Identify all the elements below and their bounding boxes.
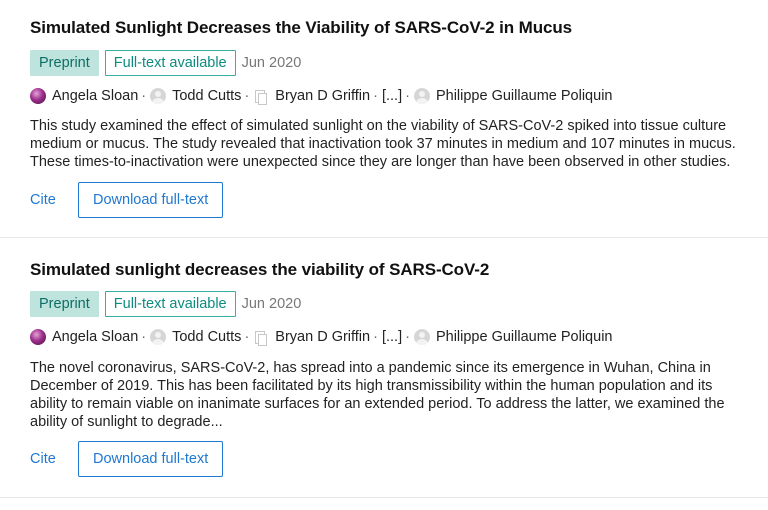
more-authors-link[interactable]: [...] bbox=[382, 329, 402, 345]
publication-card: Simulated Sunlight Decreases the Viabili… bbox=[0, 0, 768, 238]
download-fulltext-button[interactable]: Download full-text bbox=[78, 182, 224, 218]
cite-button[interactable]: Cite bbox=[30, 192, 78, 208]
author-name[interactable]: Philippe Guillaume Poliquin bbox=[436, 88, 613, 104]
author-list: Angela Sloan · Todd Cutts · Bryan D Grif… bbox=[30, 327, 612, 347]
author-list: Angela Sloan · Todd Cutts · Bryan D Grif… bbox=[30, 86, 612, 106]
document-icon bbox=[253, 329, 268, 346]
publication-date: Jun 2020 bbox=[241, 296, 302, 312]
publication-abstract: This study examined the effect of simula… bbox=[30, 118, 736, 170]
more-authors-link[interactable]: [...] bbox=[382, 88, 402, 104]
cite-button[interactable]: Cite bbox=[30, 451, 78, 467]
person-placeholder-icon bbox=[150, 88, 167, 104]
fulltext-available-badge: Full-text available bbox=[104, 50, 236, 76]
document-icon bbox=[253, 88, 268, 105]
person-placeholder-icon bbox=[150, 329, 167, 345]
publication-title[interactable]: Simulated sunlight decreases the viabili… bbox=[30, 260, 489, 280]
author-avatar-photo bbox=[30, 329, 46, 345]
person-placeholder-icon bbox=[413, 88, 430, 104]
author-name[interactable]: Angela Sloan bbox=[52, 329, 138, 345]
fulltext-available-badge: Full-text available bbox=[104, 291, 236, 317]
person-placeholder-icon bbox=[413, 329, 430, 345]
publication-abstract: The novel coronavirus, SARS-CoV-2, has s… bbox=[30, 360, 725, 430]
author-separator: · bbox=[373, 329, 378, 345]
download-fulltext-button[interactable]: Download full-text bbox=[78, 441, 224, 477]
author-separator: · bbox=[244, 329, 250, 345]
author-name[interactable]: Todd Cutts bbox=[172, 329, 241, 345]
author-separator: · bbox=[405, 329, 410, 345]
action-row: Cite Download full-text bbox=[30, 441, 224, 477]
author-separator: · bbox=[141, 88, 147, 104]
author-name[interactable]: Angela Sloan bbox=[52, 88, 138, 104]
publication-date: Jun 2020 bbox=[241, 55, 302, 71]
publication-title[interactable]: Simulated Sunlight Decreases the Viabili… bbox=[30, 18, 572, 38]
preprint-badge: Preprint bbox=[30, 50, 99, 76]
author-separator: · bbox=[141, 329, 147, 345]
author-name[interactable]: Bryan D Griffin bbox=[275, 88, 370, 104]
author-separator: · bbox=[405, 88, 410, 104]
author-name[interactable]: Philippe Guillaume Poliquin bbox=[436, 329, 613, 345]
author-separator: · bbox=[244, 88, 250, 104]
action-row: Cite Download full-text bbox=[30, 182, 224, 218]
author-name[interactable]: Todd Cutts bbox=[172, 88, 241, 104]
publication-card: Simulated sunlight decreases the viabili… bbox=[0, 239, 768, 498]
author-avatar-photo bbox=[30, 88, 46, 104]
preprint-badge: Preprint bbox=[30, 291, 99, 317]
badge-row: Preprint Full-text available Jun 2020 bbox=[30, 291, 301, 317]
badge-row: Preprint Full-text available Jun 2020 bbox=[30, 50, 301, 76]
author-separator: · bbox=[373, 88, 378, 104]
author-name[interactable]: Bryan D Griffin bbox=[275, 329, 370, 345]
